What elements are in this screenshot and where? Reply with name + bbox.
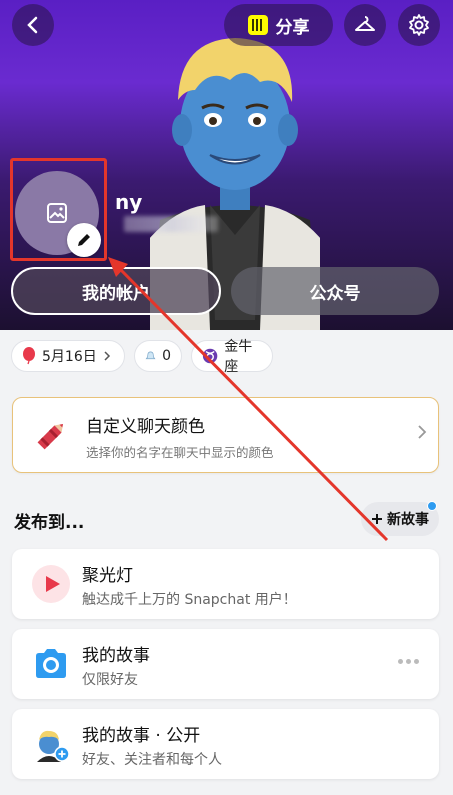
plus-icon xyxy=(372,514,382,524)
camera-icon xyxy=(36,649,66,678)
birthday-text: 5月16日 xyxy=(42,349,97,365)
public-story-title: 我的故事 · 公开 xyxy=(82,726,201,746)
back-icon xyxy=(27,16,38,34)
friends-pill[interactable]: 0 xyxy=(134,340,182,372)
my-story-subtitle: 仅限好友 xyxy=(82,672,138,688)
birthday-pill[interactable]: 5月16日 xyxy=(11,340,125,372)
spotlight-title: 聚光灯 xyxy=(82,566,133,586)
hanger-icon xyxy=(355,16,375,31)
new-story-label: 新故事 xyxy=(387,512,429,528)
notification-dot xyxy=(427,501,437,511)
balloon-icon xyxy=(23,347,35,365)
annotation-highlight-box xyxy=(10,158,107,261)
friends-icon xyxy=(145,351,156,360)
my-account-button[interactable]: 我的帐户 xyxy=(11,267,221,315)
friends-count: 0 xyxy=(162,348,171,364)
spotlight-subtitle: 触达成千上万的 Snapchat 用户！ xyxy=(82,592,297,608)
chat-color-title: 自定义聊天颜色 xyxy=(86,417,205,437)
crayon-icon xyxy=(37,423,64,450)
my-story-card[interactable]: 我的故事 仅限好友 xyxy=(12,629,439,699)
spotlight-card[interactable]: 聚光灯 触达成千上万的 Snapchat 用户！ xyxy=(12,549,439,619)
snapcode-icon xyxy=(247,15,268,35)
wardrobe-button[interactable] xyxy=(344,4,386,46)
chevron-right-icon xyxy=(418,425,427,439)
blurred-username xyxy=(124,216,218,232)
profile-header: 分享 ny 我的帐户 公众号 xyxy=(0,0,453,330)
public-account-button[interactable]: 公众号 xyxy=(231,267,439,315)
gear-icon xyxy=(409,14,429,36)
more-icon[interactable] xyxy=(398,659,419,664)
share-button[interactable]: 分享 xyxy=(224,4,333,46)
avatar-icon xyxy=(37,730,70,762)
public-story-subtitle: 好友、关注者和每个人 xyxy=(82,752,222,768)
zodiac-pill[interactable]: 金牛座 xyxy=(191,339,273,375)
zodiac-text: 金牛座 xyxy=(224,339,253,375)
chevron-right-icon xyxy=(104,351,110,361)
custom-chat-color-card[interactable]: 自定义聊天颜色 选择你的名字在聊天中显示的颜色 xyxy=(12,397,439,473)
play-icon xyxy=(32,565,70,603)
chat-color-subtitle: 选择你的名字在聊天中显示的颜色 xyxy=(86,445,274,460)
display-name: ny xyxy=(115,190,143,214)
public-story-card[interactable]: 我的故事 · 公开 好友、关注者和每个人 xyxy=(12,709,439,779)
settings-button[interactable] xyxy=(398,4,440,46)
post-to-title: 发布到... xyxy=(14,513,85,533)
zodiac-icon xyxy=(202,348,218,364)
my-story-title: 我的故事 xyxy=(82,646,150,666)
share-label: 分享 xyxy=(275,17,310,38)
back-button[interactable] xyxy=(12,4,54,46)
